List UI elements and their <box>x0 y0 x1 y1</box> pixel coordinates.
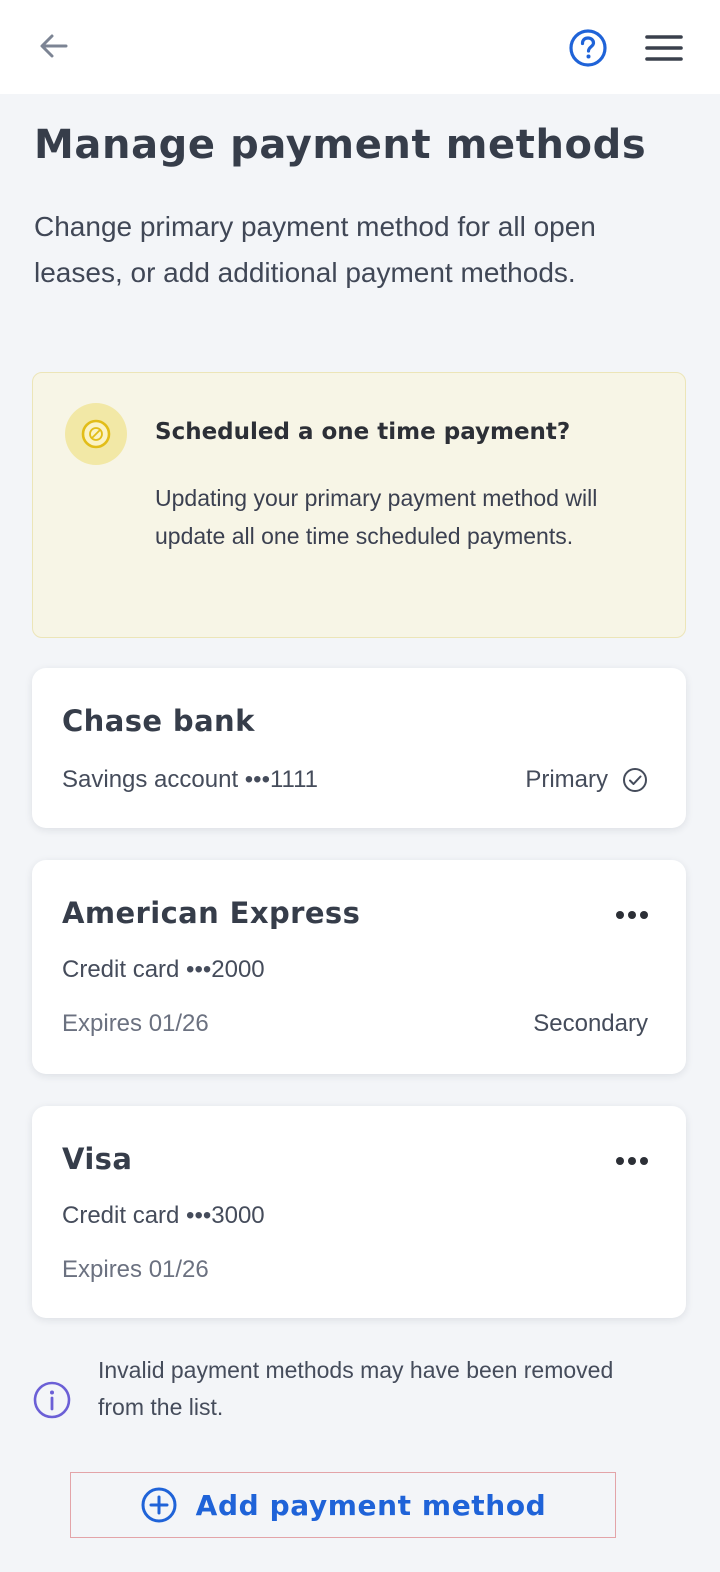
notice-title: Scheduled a one time payment? <box>155 419 571 445</box>
arrow-left-icon <box>40 34 68 58</box>
help-button[interactable] <box>564 24 612 72</box>
payment-method-name: Visa <box>62 1142 133 1176</box>
primary-status: Primary <box>525 766 648 794</box>
payment-method-detail: Credit card •••2000 <box>62 956 265 983</box>
payment-method-name: Chase bank <box>62 704 255 738</box>
plus-circle-icon <box>141 1487 177 1523</box>
top-app-bar <box>0 0 720 94</box>
payment-method-expiry: Expires 01/26 <box>62 1010 209 1037</box>
back-button[interactable] <box>32 24 76 68</box>
more-options-button[interactable] <box>612 1146 652 1176</box>
main-content: Manage payment methods Change primary pa… <box>0 94 720 1572</box>
info-text: Invalid payment methods may have been re… <box>98 1357 614 1420</box>
payment-method-card-visa[interactable]: Visa Credit card •••3000 Expires 01/26 <box>32 1106 686 1318</box>
info-circle-icon <box>33 1381 71 1419</box>
add-payment-method-label: Add payment method <box>195 1488 547 1522</box>
payment-method-card-amex[interactable]: American Express Credit card •••2000 Exp… <box>32 860 686 1074</box>
secondary-status: Secondary <box>533 1010 648 1038</box>
status-label: Primary <box>525 766 608 793</box>
notice-icon-badge <box>65 403 127 465</box>
more-dots-icon <box>616 1157 648 1165</box>
info-message: Invalid payment methods may have been re… <box>32 1352 672 1432</box>
question-circle-icon <box>569 29 607 67</box>
page-description: Change primary payment method for all op… <box>34 211 596 288</box>
payment-method-name: American Express <box>62 896 361 930</box>
no-symbol-icon <box>81 419 111 449</box>
menu-button[interactable] <box>640 24 688 72</box>
more-options-button[interactable] <box>612 900 652 930</box>
payment-method-expiry: Expires 01/26 <box>62 1256 209 1283</box>
more-dots-icon <box>616 911 648 919</box>
hamburger-menu-icon <box>645 35 683 61</box>
status-label: Secondary <box>533 1010 648 1037</box>
page-title: Manage payment methods <box>34 122 647 168</box>
notice-body: Updating your primary payment method wil… <box>155 485 598 549</box>
check-circle-icon <box>623 768 647 792</box>
payment-method-detail: Savings account •••1111 <box>62 766 319 793</box>
add-payment-method-button[interactable]: Add payment method <box>70 1472 616 1538</box>
payment-method-card-chase[interactable]: Chase bank Savings account •••1111 Prima… <box>32 668 686 828</box>
payment-method-detail: Credit card •••3000 <box>62 1202 265 1229</box>
scheduled-payment-notice: Scheduled a one time payment? Updating y… <box>32 372 686 638</box>
